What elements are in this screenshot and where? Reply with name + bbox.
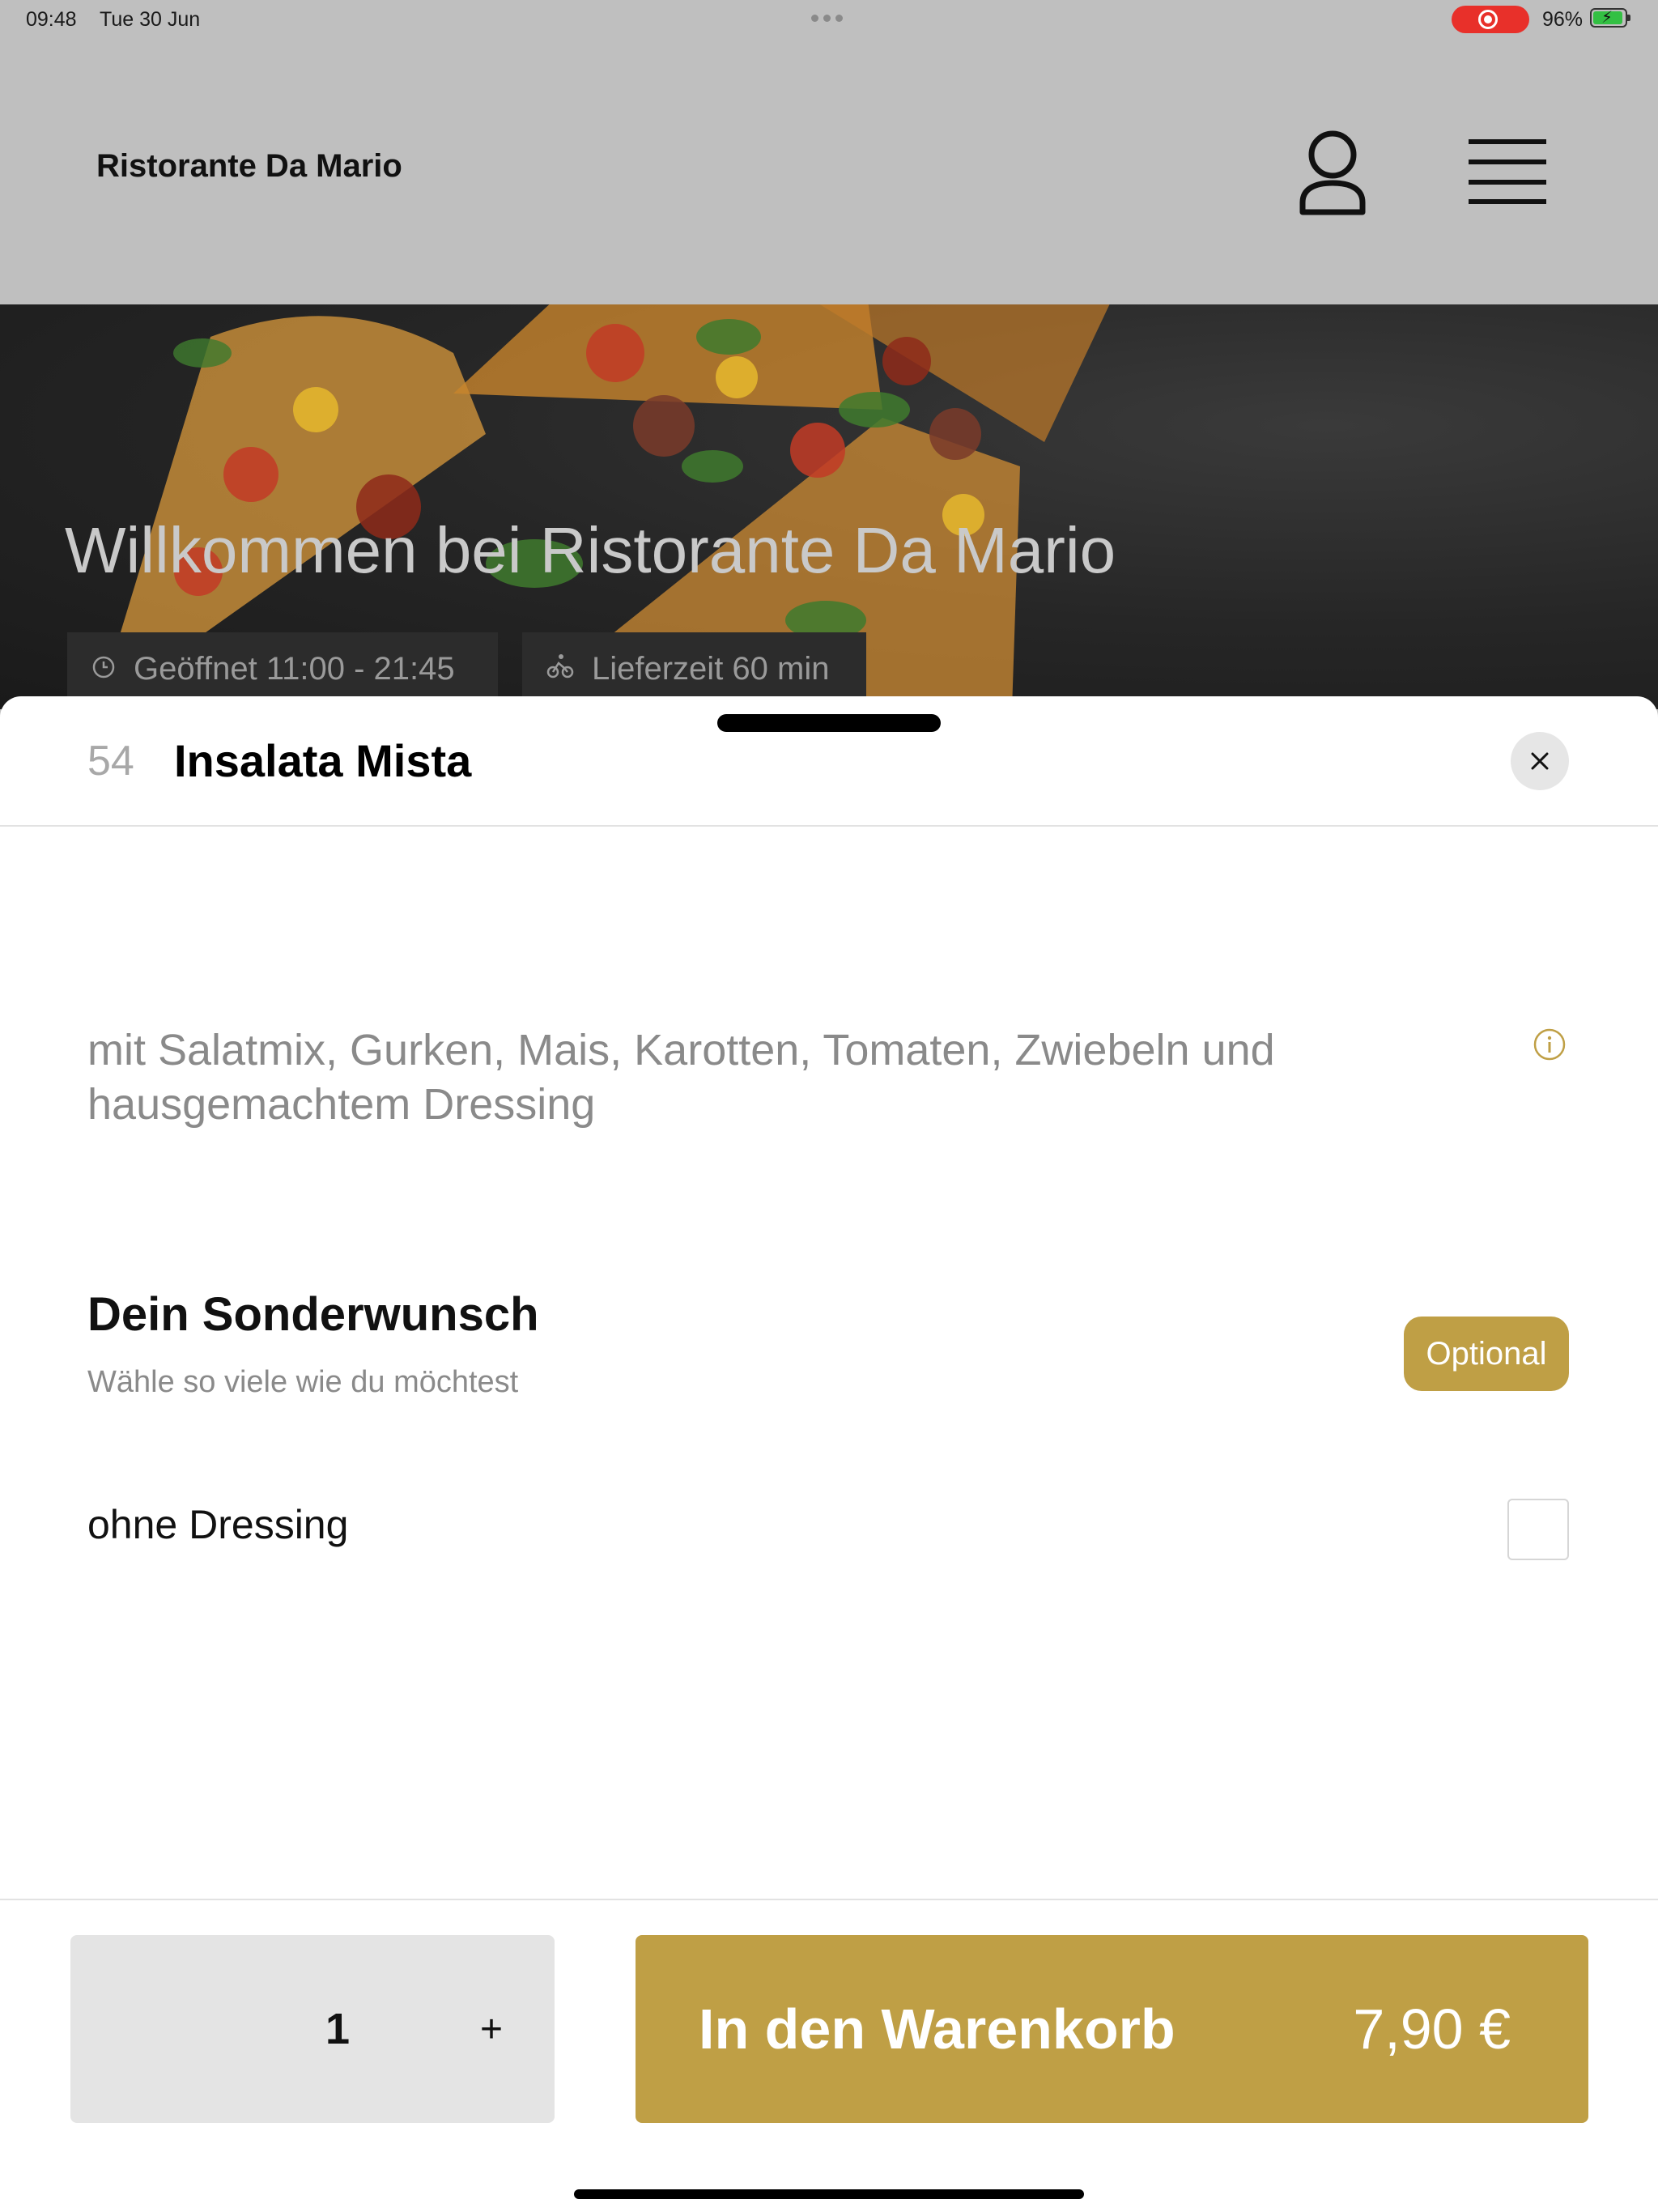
quantity-plus-button[interactable]: + (443, 1935, 540, 2123)
item-price: 7,90 € (1353, 1997, 1511, 2061)
header-divider (0, 825, 1658, 827)
clock-icon (91, 651, 116, 687)
close-icon (1531, 752, 1549, 770)
opening-hours-text: Geöffnet 11:00 - 21:45 (134, 650, 455, 687)
product-detail-sheet: 54 Insalata Mista mit Salatmix, Gurken, … (0, 696, 1658, 2212)
item-description: mit Salatmix, Gurken, Mais, Karotten, To… (87, 1026, 1275, 1129)
option-checkbox[interactable] (1507, 1499, 1569, 1560)
opening-hours-chip: Geöffnet 11:00 - 21:45 (67, 632, 498, 705)
app-header: Ristorante Da Mario (0, 39, 1658, 304)
option-label[interactable]: ohne Dressing (87, 1501, 348, 1548)
item-number: 54 (87, 738, 134, 785)
delivery-time-chip: Lieferzeit 60 min (522, 632, 866, 705)
options-title: Dein Sonderwunsch (87, 1288, 539, 1341)
hamburger-menu-icon[interactable] (1467, 138, 1548, 210)
options-subtitle: Wähle so viele wie du möchtest (87, 1365, 519, 1399)
multitasking-dots-icon[interactable] (811, 15, 843, 22)
info-icon[interactable] (1533, 1027, 1567, 1066)
home-indicator[interactable] (574, 2189, 1084, 2199)
add-to-cart-button[interactable]: In den Warenkorb 7,90 € (636, 1935, 1588, 2123)
screen-recording-icon[interactable] (1452, 6, 1529, 33)
status-bar: 09:48 Tue 30 Jun 96% ⚡ (0, 0, 1658, 39)
delivery-time-text: Lieferzeit 60 min (592, 650, 830, 687)
sheet-grabber[interactable] (717, 714, 941, 732)
close-button[interactable] (1511, 732, 1569, 790)
bicycle-icon (546, 651, 574, 687)
footer-divider (0, 1899, 1658, 1900)
add-to-cart-label: In den Warenkorb (699, 1997, 1175, 2061)
optional-badge: Optional (1404, 1317, 1569, 1391)
hero-title: Willkommen bei Ristorante Da Mario (65, 514, 1116, 586)
quantity-stepper: 1 + (70, 1935, 555, 2123)
quantity-value: 1 (325, 2005, 351, 2053)
item-title: Insalata Mista (174, 735, 472, 786)
user-icon[interactable] (1296, 128, 1369, 221)
battery-charging-icon: ⚡ (1590, 8, 1630, 28)
brand-name[interactable]: Ristorante Da Mario (96, 148, 402, 185)
battery-percent: 96% (1542, 8, 1584, 31)
status-time: 09:48 (26, 8, 77, 31)
hero-banner: Willkommen bei Ristorante Da Mario Geöff… (0, 304, 1658, 709)
status-date: Tue 30 Jun (100, 8, 201, 31)
